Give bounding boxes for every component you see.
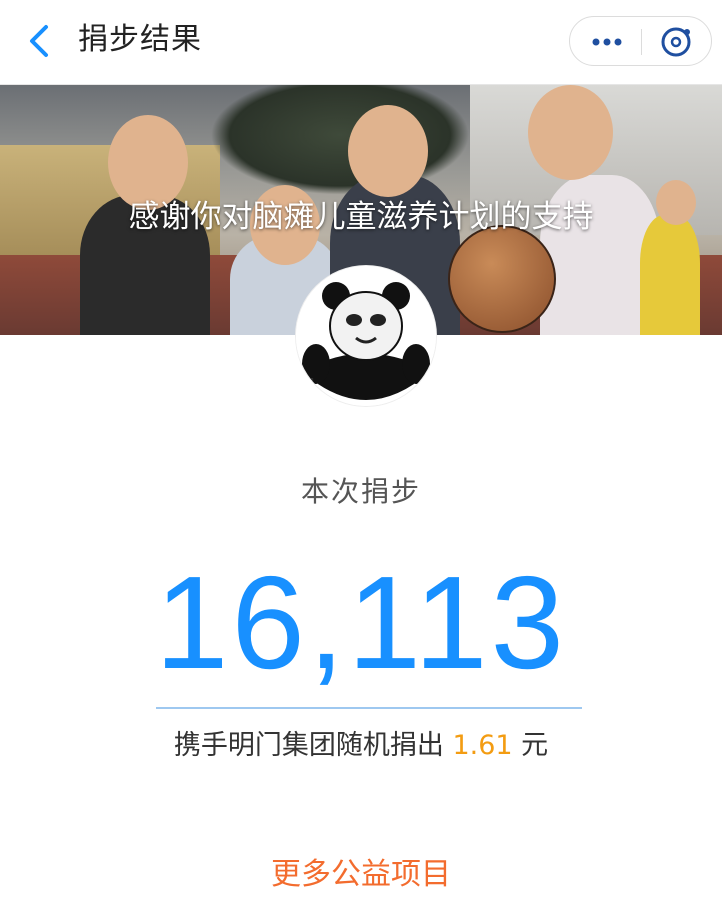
donation-label: 本次捐步: [300, 475, 421, 508]
capsule-divider: [641, 29, 642, 55]
panda-meme-avatar: 明: [296, 266, 436, 406]
page-title: 捐步结果: [78, 22, 202, 57]
banner-caption: 感谢你对脑瘫儿童滋养计划的支持: [128, 199, 594, 235]
chevron-left-icon[interactable]: [22, 22, 56, 60]
donation-amount: 1.61: [452, 730, 513, 761]
more-dots-icon[interactable]: [590, 31, 624, 53]
close-circle-icon[interactable]: [658, 24, 694, 60]
banner-tree: [210, 85, 470, 195]
mini-program-capsule: [569, 16, 712, 66]
svg-text:明: 明: [302, 377, 314, 391]
donation-unit: 元: [521, 730, 549, 761]
child-figure: [348, 105, 428, 197]
child-figure: [528, 85, 613, 180]
divider-line: [156, 707, 582, 709]
navigation-bar: 捐步结果: [0, 0, 722, 85]
more-projects-link[interactable]: 更多公益项目: [0, 855, 722, 895]
donation-prefix: 携手明门集团随机捐出: [173, 730, 444, 761]
child-figure: [108, 115, 188, 210]
donation-text: 携手明门集团随机捐出 1.61 元: [0, 726, 722, 766]
basketball: [448, 225, 556, 333]
avatar: 明: [296, 266, 436, 406]
step-count: 16,113: [155, 549, 567, 696]
